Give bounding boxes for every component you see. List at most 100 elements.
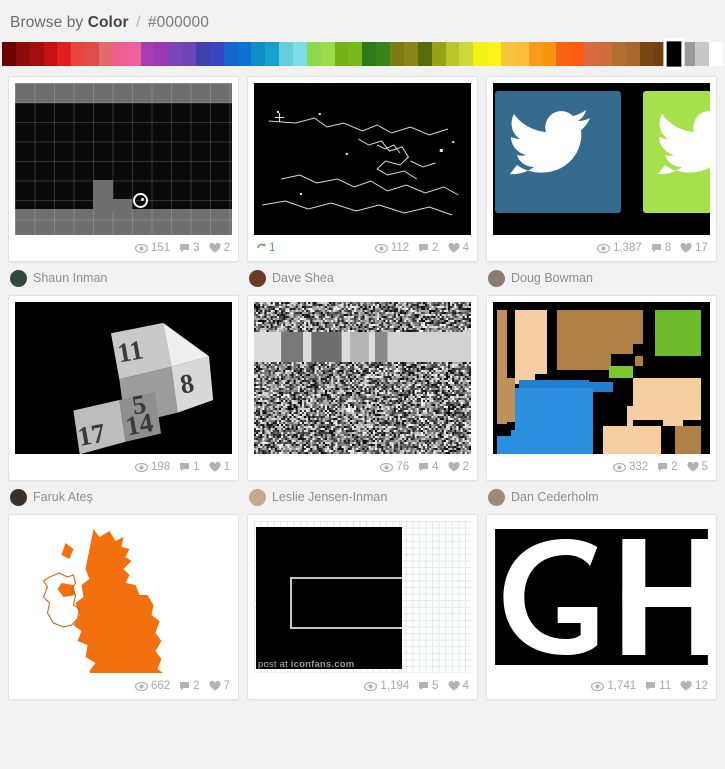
color-swatch-38[interactable] [528, 42, 543, 66]
shot-card[interactable]: 1,387 8 17 [485, 76, 717, 262]
color-swatch-37[interactable] [514, 42, 529, 66]
color-swatch-0[interactable] [2, 42, 16, 66]
color-swatch-10[interactable] [140, 42, 155, 66]
avatar[interactable] [248, 270, 266, 287]
author-name[interactable]: Dan Cederholm [511, 491, 599, 504]
color-swatch-14[interactable] [196, 42, 210, 66]
comments-stat[interactable]: 5 [418, 680, 439, 692]
likes-stat[interactable]: 4 [448, 242, 469, 254]
color-swatch-8[interactable] [112, 42, 127, 66]
color-swatch-41[interactable] [570, 42, 585, 66]
comments-stat[interactable]: 2 [657, 461, 678, 473]
comments-stat[interactable]: 4 [418, 461, 439, 473]
color-swatch-27[interactable] [376, 42, 391, 66]
comments-stat[interactable]: 3 [179, 242, 200, 254]
color-swatch-33[interactable] [459, 42, 474, 66]
avatar[interactable] [10, 270, 27, 287]
rebound-count[interactable]: 1 [256, 242, 275, 255]
color-swatch-19[interactable] [265, 42, 280, 66]
shot-thumbnail[interactable] [253, 83, 471, 235]
color-swatch-46[interactable] [639, 42, 654, 66]
color-swatch-35[interactable] [487, 42, 501, 66]
shot-thumbnail[interactable]: post at iconfans.com [253, 521, 471, 673]
shot-author[interactable]: Dave Shea [247, 262, 478, 287]
color-swatch-neutral-1[interactable] [694, 42, 709, 66]
color-swatch-29[interactable] [403, 42, 418, 66]
color-swatch-40[interactable] [556, 42, 571, 66]
shot-card[interactable]: 1,741 11 12 [485, 514, 717, 700]
likes-stat[interactable]: 17 [680, 242, 708, 254]
likes-stat[interactable]: 2 [209, 242, 230, 254]
color-swatch-16[interactable] [223, 42, 238, 66]
shot-author[interactable]: Doug Bowman [486, 262, 717, 287]
shot-author[interactable]: Dan Cederholm [486, 481, 717, 506]
color-swatch-21[interactable] [293, 42, 307, 66]
color-swatch-24[interactable] [334, 42, 349, 66]
color-swatch-28[interactable] [390, 42, 404, 66]
color-swatch-31[interactable] [431, 42, 446, 66]
shot-thumbnail[interactable] [492, 302, 710, 454]
author-name[interactable]: Shaun Inman [33, 272, 107, 285]
color-palette-bar[interactable] [2, 38, 723, 70]
likes-stat[interactable]: 12 [680, 680, 708, 692]
color-swatch-42[interactable] [584, 42, 598, 66]
color-swatch-20[interactable] [279, 42, 294, 66]
shot-card[interactable]: 76 4 2 [246, 295, 478, 481]
color-swatch-44[interactable] [611, 42, 626, 66]
shot-author[interactable]: Shaun Inman [8, 262, 239, 287]
color-swatch-39[interactable] [542, 42, 557, 66]
color-swatch-6[interactable] [85, 42, 100, 66]
avatar[interactable] [487, 270, 505, 287]
color-swatch-11[interactable] [154, 42, 169, 66]
shot-thumbnail[interactable] [492, 83, 710, 235]
shot-author[interactable]: Faruk Ateş [8, 481, 239, 506]
shot-author[interactable]: Leslie Jensen-Inman [247, 481, 478, 506]
shot-thumbnail[interactable] [15, 83, 232, 235]
color-swatch-12[interactable] [168, 42, 183, 66]
color-swatch-23[interactable] [320, 42, 335, 66]
comments-stat[interactable]: 2 [179, 680, 200, 692]
color-swatch-43[interactable] [597, 42, 612, 66]
color-swatch-selected[interactable] [663, 38, 685, 70]
color-swatch-47[interactable] [653, 42, 668, 66]
color-swatch-1[interactable] [15, 42, 30, 66]
author-name[interactable]: Leslie Jensen-Inman [272, 491, 387, 504]
color-swatch-3[interactable] [43, 42, 58, 66]
likes-stat[interactable]: 1 [209, 461, 230, 473]
comments-stat[interactable]: 2 [418, 242, 439, 254]
color-swatch-7[interactable] [99, 42, 113, 66]
color-swatch-45[interactable] [625, 42, 640, 66]
color-swatch-25[interactable] [348, 42, 363, 66]
comments-stat[interactable]: 8 [651, 242, 671, 254]
color-swatch-13[interactable] [182, 42, 197, 66]
author-name[interactable]: Dave Shea [272, 272, 334, 285]
avatar[interactable] [248, 489, 266, 506]
shot-card[interactable]: 151 3 2 [8, 76, 239, 262]
comments-stat[interactable]: 11 [645, 680, 671, 692]
shot-card[interactable]: 1 112 2 4 [246, 76, 478, 262]
shot-thumbnail[interactable] [492, 521, 710, 673]
color-swatch-36[interactable] [500, 42, 515, 66]
color-swatch-32[interactable] [445, 42, 460, 66]
author-name[interactable]: Doug Bowman [511, 272, 593, 285]
author-name[interactable]: Faruk Ateş [33, 491, 93, 504]
shot-thumbnail[interactable]: 11 8 5 17 14 [15, 302, 232, 454]
shot-card[interactable]: 11 8 5 17 14 198 1 1 [8, 295, 239, 481]
color-swatch-2[interactable] [29, 42, 44, 66]
shot-card[interactable]: 662 2 7 [8, 514, 239, 700]
color-swatch-17[interactable] [237, 42, 252, 66]
facet-name[interactable]: Color [88, 14, 129, 31]
likes-stat[interactable]: 4 [448, 680, 469, 692]
likes-stat[interactable]: 7 [209, 680, 230, 692]
color-swatch-22[interactable] [306, 42, 321, 66]
color-swatch-neutral-0[interactable] [681, 42, 695, 66]
color-swatch-9[interactable] [126, 42, 141, 66]
avatar[interactable] [10, 489, 27, 506]
shot-thumbnail[interactable] [253, 302, 471, 454]
shot-thumbnail[interactable] [15, 521, 232, 673]
comments-stat[interactable]: 1 [179, 461, 200, 473]
avatar[interactable] [487, 489, 505, 506]
color-swatch-neutral-2[interactable] [708, 42, 723, 66]
likes-stat[interactable]: 2 [448, 461, 469, 473]
likes-stat[interactable]: 5 [687, 461, 708, 473]
